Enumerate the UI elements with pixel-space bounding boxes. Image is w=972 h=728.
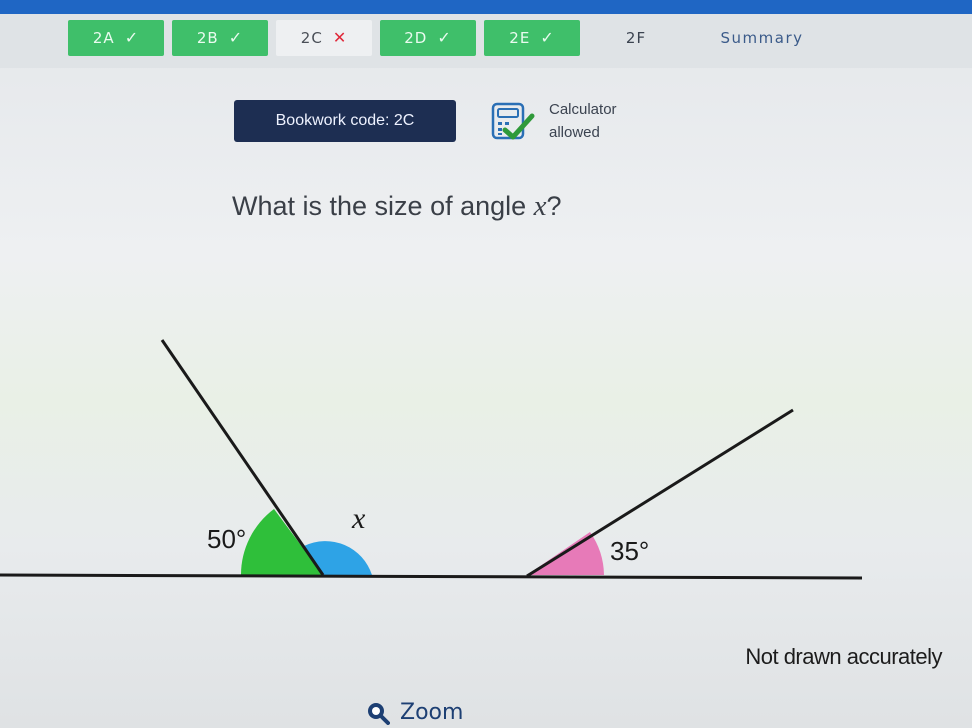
- question-prefix: What is the size of angle: [232, 191, 534, 221]
- tab-label: 2E: [509, 29, 531, 47]
- bookwork-code-label: Bookwork code: 2C: [275, 112, 415, 129]
- right-ray: [526, 408, 794, 578]
- check-icon: ✓: [124, 28, 140, 47]
- tab-label: 2B: [196, 29, 219, 47]
- not-drawn-accurately-note: Not drawn accurately: [745, 644, 942, 669]
- top-strip: [0, 0, 972, 14]
- tab-label: Summary: [720, 29, 804, 47]
- zoom-button[interactable]: Zoom: [366, 700, 463, 725]
- zoom-icon: [368, 702, 390, 725]
- tab-2b[interactable]: 2B ✓: [172, 20, 268, 56]
- question-suffix: ?: [546, 191, 562, 221]
- angle-50-label: 50°: [207, 524, 246, 554]
- cross-icon: ✕: [332, 28, 348, 47]
- check-icon: ✓: [228, 28, 244, 47]
- screen: 2A ✓ 2B ✓ 2C ✕ 2D ✓ 2E ✓ 2F Summary Book…: [0, 0, 972, 728]
- angle-50-sector: [240, 509, 323, 575]
- angle-diagram: 50° x 35°: [0, 339, 863, 580]
- question-variable: x: [533, 190, 547, 222]
- check-icon: ✓: [437, 28, 452, 47]
- calculator-line2: allowed: [549, 124, 600, 141]
- tab-2d[interactable]: 2D ✓: [380, 20, 476, 56]
- zoom-label: Zoom: [400, 700, 464, 725]
- bookwork-code-badge: Bookwork code: 2C: [234, 100, 456, 142]
- angle-35-label: 35°: [610, 536, 649, 566]
- calculator-line1: Calculator: [549, 101, 617, 118]
- tab-label: 2F: [625, 29, 647, 47]
- tab-label: 2A: [92, 29, 115, 47]
- calculator-status: Calculator allowed: [549, 98, 617, 144]
- base-line: [0, 573, 863, 580]
- check-icon: ✓: [540, 28, 555, 47]
- tab-2c[interactable]: 2C ✕: [276, 20, 372, 56]
- tab-label: 2C: [300, 29, 323, 47]
- angle-x-label: x: [351, 502, 366, 535]
- tab-summary[interactable]: Summary: [692, 20, 832, 56]
- tab-2a[interactable]: 2A ✓: [68, 20, 164, 56]
- tab-2e[interactable]: 2E ✓: [484, 20, 580, 56]
- calculator-icon: [491, 102, 535, 140]
- tab-label: 2D: [404, 29, 428, 47]
- question-text: What is the size of angle x?: [232, 190, 562, 223]
- tab-2f[interactable]: 2F: [588, 20, 684, 56]
